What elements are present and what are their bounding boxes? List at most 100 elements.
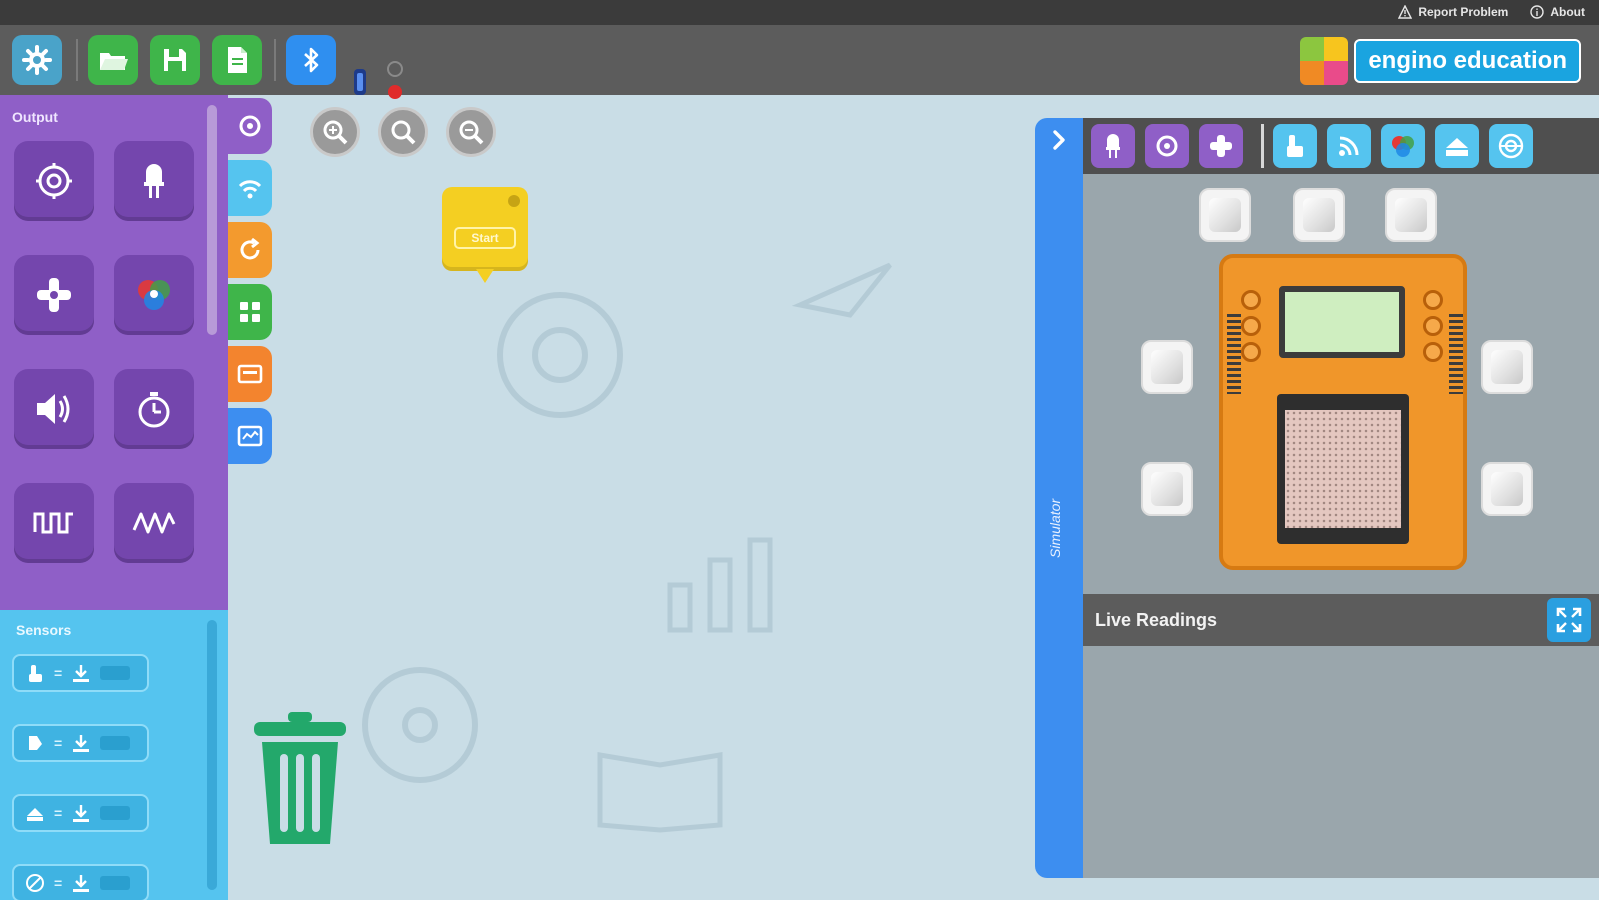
board-lcd-screen	[1279, 286, 1405, 358]
light-sensor-icon	[29, 736, 42, 750]
equals-sign: =	[54, 875, 63, 891]
bar-chart-doodle-icon	[667, 537, 773, 633]
live-readings-content	[1083, 646, 1599, 878]
start-block[interactable]: Start	[442, 187, 528, 283]
sim-ultrasonic-sensor-button[interactable]	[1489, 124, 1533, 168]
warning-icon	[1398, 5, 1413, 19]
output-block-timer[interactable]	[114, 369, 194, 449]
folder-icon	[100, 53, 128, 70]
toolbar-divider	[274, 39, 276, 81]
rgb-sensor-icon	[1392, 136, 1414, 157]
chevron-right-icon[interactable]	[1047, 128, 1071, 152]
board-pin-header	[1449, 314, 1463, 394]
port-slot-top-3[interactable]	[1385, 188, 1437, 242]
block-palette: Output Sensors = = = =	[0, 95, 230, 900]
port-slot-right-2[interactable]	[1481, 462, 1533, 516]
magnifier-icon	[391, 120, 416, 145]
servo-icon	[37, 278, 71, 312]
sim-light-sensor-button[interactable]	[1327, 124, 1371, 168]
zoom-out-button[interactable]	[446, 107, 496, 157]
board-port-ring	[1423, 342, 1443, 362]
board-port-ring	[1423, 290, 1443, 310]
output-block-sine-wave[interactable]	[114, 483, 194, 563]
sensor-block-ir[interactable]: =	[12, 794, 149, 832]
book-doodle-icon	[597, 752, 723, 833]
workspace-canvas[interactable]: Start	[230, 95, 1030, 900]
sim-led-button[interactable]	[1091, 124, 1135, 168]
battery-icon	[354, 69, 366, 95]
output-block-servo[interactable]	[14, 255, 94, 335]
board-port-ring	[1423, 316, 1443, 336]
zoom-in-button[interactable]	[310, 107, 360, 157]
port-slot-right-1[interactable]	[1481, 340, 1533, 394]
output-block-led[interactable]	[114, 141, 194, 221]
toolbar-divider	[76, 39, 78, 81]
sensor-value-slot	[100, 736, 131, 750]
wheel-doodle-icon	[362, 667, 478, 783]
output-block-speaker[interactable]	[14, 369, 94, 449]
zoom-reset-button[interactable]	[378, 107, 428, 157]
equals-sign: =	[54, 735, 63, 751]
output-panel: Output	[0, 95, 228, 610]
port-slot-top-2[interactable]	[1293, 188, 1345, 242]
document-icon	[228, 47, 247, 73]
top-links: Report Problem About	[1398, 5, 1585, 19]
board-port-ring	[1241, 290, 1261, 310]
main-toolbar: engino education	[0, 25, 1599, 99]
board-breadboard	[1277, 394, 1409, 544]
stopwatch-icon	[138, 392, 170, 428]
sensor-block-touch[interactable]: =	[12, 654, 149, 692]
live-readings-title: Live Readings	[1095, 610, 1218, 630]
board-port-ring	[1241, 316, 1261, 336]
new-file-button[interactable]	[212, 35, 262, 85]
simulator-tab[interactable]: Simulator	[1035, 118, 1083, 878]
sim-motor-button[interactable]	[1145, 124, 1189, 168]
sim-ir-sensor-button[interactable]	[1435, 124, 1479, 168]
download-icon	[73, 665, 90, 682]
info-icon	[1530, 5, 1545, 19]
ultrasonic-sensor-icon	[26, 874, 44, 892]
start-block-dot	[508, 195, 520, 207]
sim-servo-button[interactable]	[1199, 124, 1243, 168]
settings-button[interactable]	[12, 35, 62, 85]
ultrasonic-sensor-icon	[1498, 133, 1524, 159]
gear-icon	[22, 45, 52, 75]
expand-button[interactable]	[1547, 598, 1591, 642]
servo-icon	[1210, 135, 1232, 157]
breadboard-grid	[1285, 410, 1401, 528]
sim-touch-sensor-button[interactable]	[1273, 124, 1317, 168]
sensors-scrollbar[interactable]	[207, 620, 217, 890]
speaker-icon	[37, 394, 70, 424]
report-problem-link[interactable]: Report Problem	[1398, 5, 1508, 19]
equals-sign: =	[54, 665, 63, 681]
board-port-ring	[1241, 342, 1261, 362]
sim-rgb-sensor-button[interactable]	[1381, 124, 1425, 168]
output-scrollbar[interactable]	[207, 105, 217, 335]
output-block-motor[interactable]	[14, 141, 94, 221]
port-slot-top-1[interactable]	[1199, 188, 1251, 242]
sensor-block-light[interactable]: =	[12, 724, 149, 762]
trash-icon[interactable]	[250, 710, 350, 850]
square-wave-icon	[33, 512, 73, 534]
rocket-doodle-icon	[791, 262, 892, 318]
engino-logo	[1300, 37, 1349, 85]
bluetooth-button[interactable]	[286, 35, 336, 85]
start-block-label: Start	[454, 227, 516, 249]
output-block-square-wave[interactable]	[14, 483, 94, 563]
bluetooth-icon	[304, 47, 319, 73]
about-label: About	[1550, 5, 1585, 19]
download-icon	[73, 735, 90, 752]
port-slot-left-1[interactable]	[1141, 340, 1193, 394]
open-button[interactable]	[88, 35, 138, 85]
top-bar: Report Problem About	[0, 0, 1599, 25]
brand: engino education	[1300, 37, 1581, 85]
brand-name: engino education	[1354, 39, 1581, 83]
touch-sensor-icon	[29, 665, 42, 682]
save-button[interactable]	[150, 35, 200, 85]
port-slot-left-2[interactable]	[1141, 462, 1193, 516]
equals-sign: =	[54, 805, 63, 821]
sensor-value-slot	[100, 876, 131, 890]
sensor-block-ultrasonic[interactable]: =	[12, 864, 149, 900]
output-block-rgb-led[interactable]	[114, 255, 194, 335]
about-link[interactable]: About	[1530, 5, 1585, 19]
